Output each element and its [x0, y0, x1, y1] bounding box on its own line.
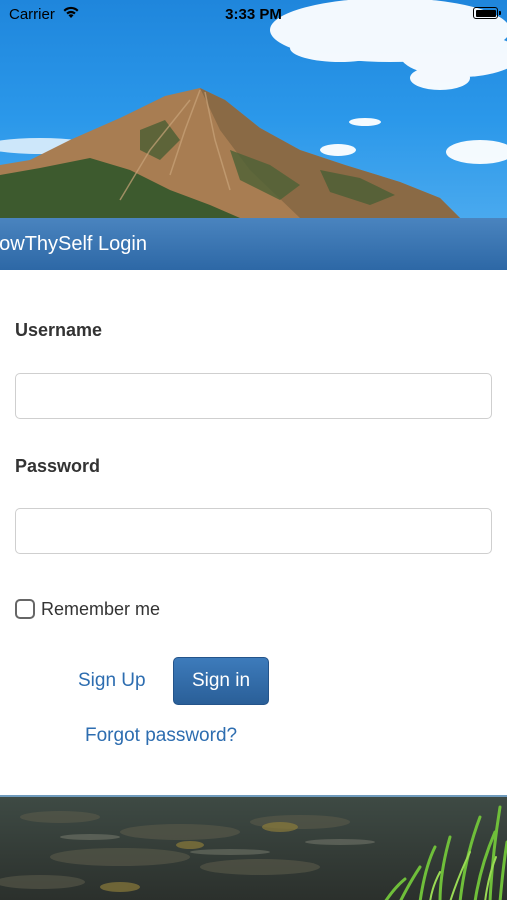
stream-grass-image	[0, 805, 507, 900]
hero-image: Carrier 3:33 PM	[0, 0, 507, 218]
header-bar: nowThySelf Login	[0, 218, 507, 270]
forgot-password-link[interactable]: Forgot password?	[85, 725, 237, 747]
password-input[interactable]	[15, 508, 492, 554]
username-label: Username	[15, 320, 103, 340]
status-bar: Carrier 3:33 PM	[0, 0, 507, 28]
sign-in-button[interactable]: Sign in	[173, 657, 269, 705]
sign-up-link[interactable]: Sign Up	[78, 670, 146, 692]
page-title: nowThySelf Login	[0, 233, 147, 255]
remember-me-checkbox[interactable]	[15, 599, 35, 619]
mountain-landscape	[0, 0, 507, 218]
battery-icon	[473, 7, 501, 19]
remember-me-label: Remember me	[41, 598, 161, 619]
footer-image	[0, 795, 507, 900]
remember-me-row[interactable]: Remember me	[15, 597, 160, 621]
status-time: 3:33 PM	[225, 6, 282, 23]
username-input[interactable]	[15, 373, 492, 419]
password-label: Password	[15, 456, 101, 476]
